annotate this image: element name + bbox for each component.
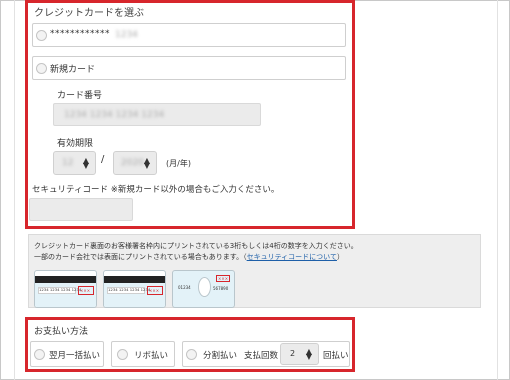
code-mark: ×××	[80, 288, 91, 293]
security-code-link[interactable]: セキュリティコードについて	[247, 253, 337, 261]
card-back-image-1: 1234 1234 1234 1234 ×××	[34, 270, 97, 308]
info-line-1: クレジットカード裏面のお客様署名枠内にプリントされている3桁もしくは4桁の数字を…	[34, 242, 358, 250]
code-mark: ×××	[149, 288, 160, 293]
payment-highlight	[25, 317, 355, 372]
security-info-panel: クレジットカード裏面のお客様署名枠内にプリントされている3桁もしくは4桁の数字を…	[28, 234, 481, 308]
card-back-image-2: 1234 1234 1234 1234 ×××	[103, 270, 166, 308]
magnetic-stripe	[35, 276, 96, 283]
info-line-2: 一部のカード会社では表面にプリントされている場合もあります。（セキュリティコード…	[34, 252, 344, 262]
info-line-2-prefix: 一部のカード会社では表面にプリントされている場合もあります。（	[34, 253, 247, 261]
card-select-highlight	[25, 0, 355, 229]
card-front-code: 567890	[213, 286, 229, 291]
magnetic-stripe	[104, 276, 165, 283]
card-front-number: 01234	[178, 285, 191, 290]
code-mark: ×××	[218, 276, 229, 281]
card-front-image: 01234 ××× 567890	[172, 270, 235, 308]
card-number-text: 1234 1234 1234 1234	[39, 287, 82, 292]
card-number-text: 1234 1234 1234 1234	[108, 287, 151, 292]
info-line-2-suffix: ）	[336, 253, 344, 261]
card-hologram	[198, 277, 211, 297]
